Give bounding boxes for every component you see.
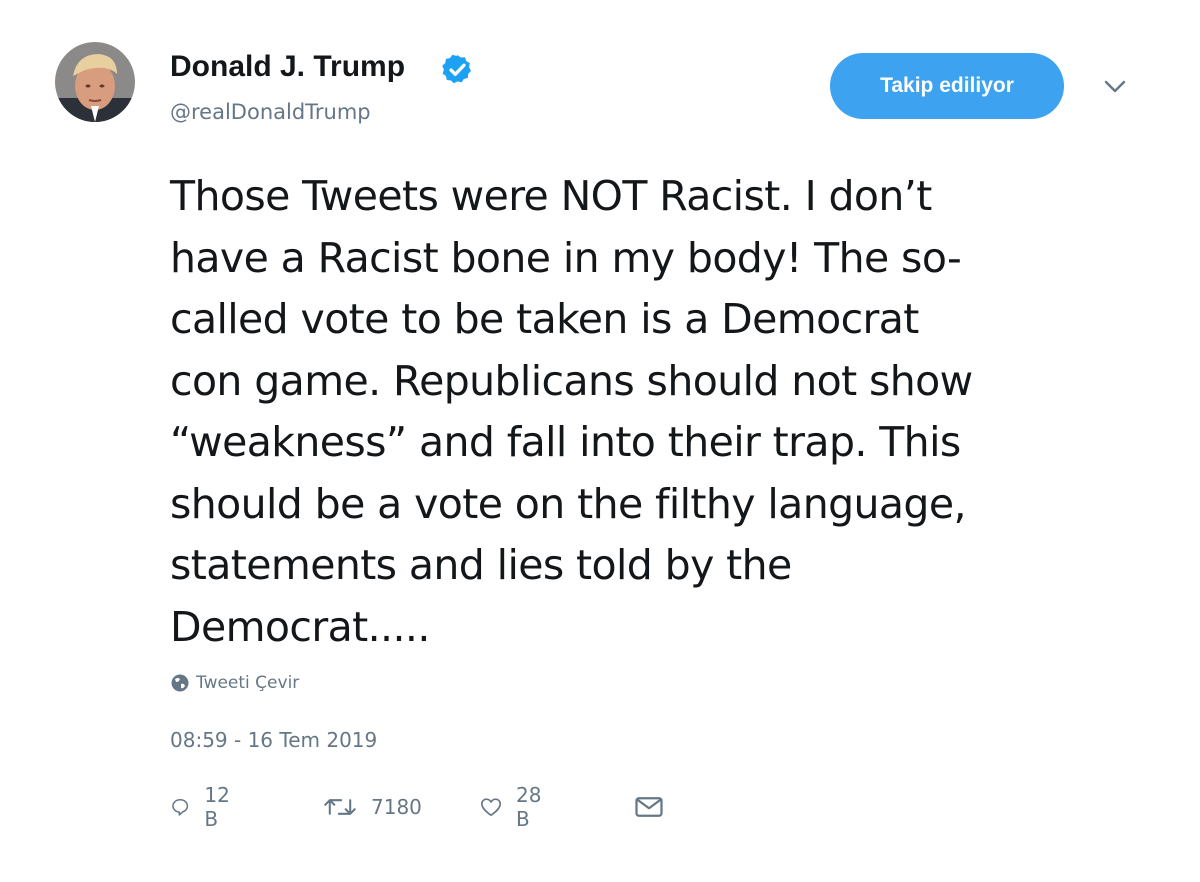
tweet-text: Those Tweets were NOT Racist. I don’t ha… (170, 166, 1160, 658)
tweet-text-line: Democrat..... (170, 602, 430, 651)
globe-icon (171, 674, 189, 692)
author-name[interactable]: Donald J. Trump (170, 50, 405, 84)
retweet-count: 7180 (371, 795, 422, 819)
tweet-text-line: Those Tweets were NOT Racist. I don’t (170, 172, 932, 220)
envelope-icon (635, 797, 663, 817)
tweet-card: Donald J. Trump @realDonaldTrump Takip e… (0, 0, 1200, 882)
reply-count: 12 B (204, 783, 230, 831)
reply-icon (172, 799, 189, 816)
heart-icon (481, 798, 502, 817)
tweet-text-line: con game. Republicans should not show (170, 356, 973, 405)
retweet-button[interactable]: 7180 (323, 786, 422, 828)
tweet-text-line: “weakness” and fall into their trap. Thi… (170, 418, 961, 466)
direct-message-button[interactable] (634, 786, 664, 828)
reply-button[interactable]: 12 B (170, 783, 237, 831)
translate-tweet-link[interactable]: Tweeti Çevir (170, 670, 299, 696)
tweet-timestamp[interactable]: 08:59 - 16 Tem 2019 (170, 728, 377, 752)
tweet-text-line: called vote to be taken is a Democrat (170, 295, 919, 343)
like-button[interactable]: 28 B (480, 783, 549, 831)
verified-badge-icon (442, 54, 471, 84)
chevron-down-icon[interactable] (1100, 76, 1130, 98)
following-button[interactable]: Takip ediliyor (830, 53, 1064, 119)
like-count: 28 B (516, 783, 542, 831)
retweet-icon (324, 799, 356, 815)
tweet-text-line: statements and lies told by the (170, 541, 792, 589)
translate-label: Tweeti Çevir (196, 673, 300, 693)
author-handle[interactable]: @realDonaldTrump (170, 100, 371, 124)
tweet-text-line: have a Racist bone in my body! The so- (170, 233, 962, 282)
avatar[interactable] (55, 42, 135, 122)
tweet-text-line: should be a vote on the filthy language, (170, 479, 967, 528)
avatar-image (55, 42, 135, 122)
